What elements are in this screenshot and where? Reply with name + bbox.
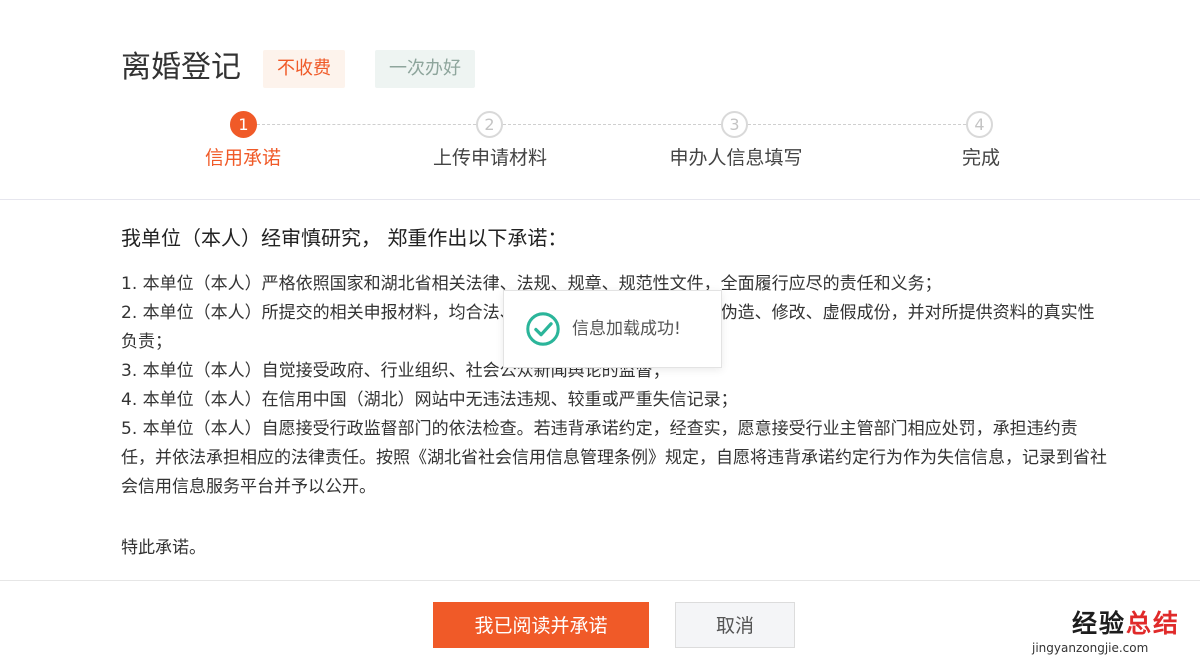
watermark-logo: 经验总结 jingyanzongjie.com (1028, 609, 1196, 659)
step-connector (748, 124, 966, 125)
footer-divider (0, 580, 1200, 581)
step-3-number: 3 (721, 111, 748, 138)
tag-free: 不收费 (263, 50, 345, 88)
header: 离婚登记 不收费 一次办好 1 2 3 4 信用承诺 上传申请材料 申办人信息填… (0, 0, 1200, 199)
step-1-number: 1 (230, 111, 257, 138)
header-divider (0, 199, 1200, 200)
step-3-label: 申办人信息填写 (669, 147, 803, 169)
confirm-commitment-button[interactable]: 我已阅读并承诺 (433, 602, 649, 648)
watermark-text-2: 总结 (1126, 609, 1181, 638)
cancel-button[interactable]: 取消 (675, 602, 795, 648)
watermark-url: jingyanzongjie.com (1032, 641, 1149, 655)
toast-message: 信息加载成功! (572, 319, 681, 339)
commitment-closing: 特此承诺。 (121, 538, 206, 558)
step-2-number: 2 (476, 111, 503, 138)
step-1-label: 信用承诺 (204, 147, 282, 169)
step-4-label: 完成 (961, 147, 1001, 169)
success-toast: 信息加载成功! (503, 290, 722, 368)
step-2-label: 上传申请材料 (432, 147, 548, 169)
step-4-number: 4 (966, 111, 993, 138)
tag-one-stop: 一次办好 (375, 50, 475, 88)
watermark-text-1: 经验 (1072, 609, 1127, 638)
commitment-intro: 我单位（本人）经审慎研究， 郑重作出以下承诺： (121, 226, 568, 250)
page-title: 离婚登记 (121, 50, 241, 85)
commitment-item-4: 4. 本单位（本人）在信用中国（湖北）网站中无违法违规、较重或严重失信记录； (121, 390, 738, 410)
step-connector (503, 124, 721, 125)
check-circle-icon (526, 312, 560, 346)
commitment-item-5: 5. 本单位（本人）自愿接受行政监督部门的依法检查。若违背承诺约定，经查实，愿意… (121, 419, 1107, 497)
step-connector (257, 124, 476, 125)
